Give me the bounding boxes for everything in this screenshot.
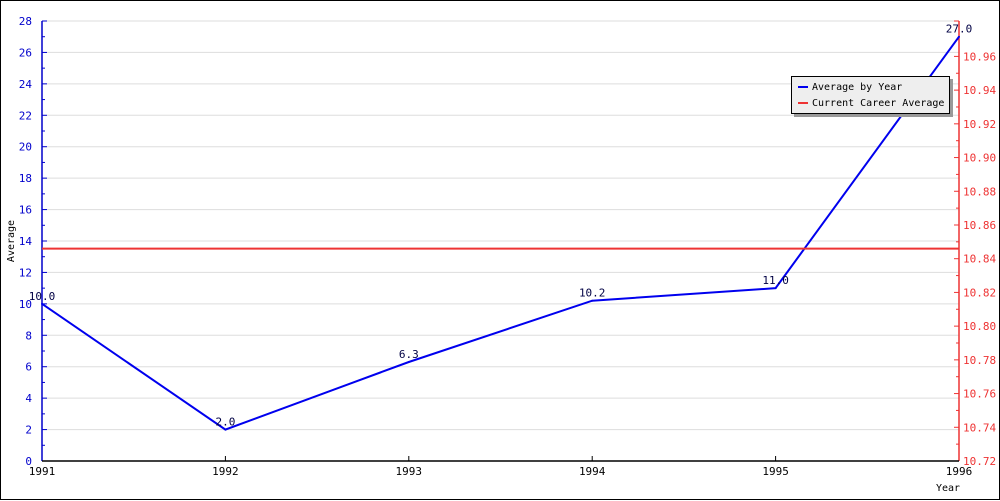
right-tick-label: 10.92 xyxy=(963,118,996,131)
legend-swatch-red xyxy=(798,102,808,104)
left-tick-label: 8 xyxy=(25,329,32,342)
right-tick-label: 10.84 xyxy=(963,253,996,266)
legend-item-career-average: Current Career Average xyxy=(798,96,944,110)
data-point xyxy=(224,428,227,431)
x-tick-label: 1993 xyxy=(396,465,423,478)
x-axis-title: Year xyxy=(936,483,960,494)
data-label: 2.0 xyxy=(215,416,235,429)
left-tick-label: 12 xyxy=(19,266,32,279)
right-tick-label: 10.86 xyxy=(963,219,996,232)
data-label: 10.2 xyxy=(579,287,606,300)
left-tick-label: 22 xyxy=(19,109,32,122)
right-tick-label: 10.82 xyxy=(963,286,996,299)
left-tick-label: 16 xyxy=(19,204,32,217)
data-point xyxy=(958,35,960,38)
right-tick-label: 10.80 xyxy=(963,320,996,333)
chart-frame: 0 2 4 6 8 10 12 14 16 18 20 22 24 26 28 10.72 10.74 10.7… xyxy=(0,0,1000,500)
legend-label: Average by Year xyxy=(812,81,903,93)
left-tick-label: 28 xyxy=(19,15,32,28)
x-tick-label: 1996 xyxy=(946,465,973,478)
legend-swatch-blue xyxy=(798,86,808,88)
data-label: 27.0 xyxy=(946,23,973,36)
legend-item-average-by-year: Average by Year xyxy=(798,80,902,94)
left-tick-label: 24 xyxy=(19,78,33,91)
right-tick-label: 10.74 xyxy=(963,421,996,434)
left-axis: 0246810121416182022242628 xyxy=(19,15,47,468)
legend-label: Current Career Average xyxy=(812,97,945,109)
legend: Average by Year Current Career Average xyxy=(791,76,950,114)
right-tick-label: 10.76 xyxy=(963,388,996,401)
data-point xyxy=(774,287,777,290)
x-tick-label: 1995 xyxy=(762,465,789,478)
left-tick-label: 26 xyxy=(19,46,32,59)
left-tick-label: 18 xyxy=(19,172,32,185)
left-tick-label: 14 xyxy=(19,235,33,248)
data-label: 11.0 xyxy=(762,274,789,287)
right-tick-label: 10.90 xyxy=(963,152,996,165)
right-axis: 10.7210.7410.7610.7810.8010.8210.8410.86… xyxy=(954,20,996,468)
right-tick-label: 10.96 xyxy=(963,50,996,63)
x-axis: 1991 1992 1993 1994 1995 1996 xyxy=(29,456,973,478)
right-tick-label: 10.94 xyxy=(963,84,996,97)
data-point xyxy=(41,302,43,305)
left-tick-label: 6 xyxy=(25,361,32,374)
data-label: 10.0 xyxy=(29,290,56,303)
left-tick-label: 20 xyxy=(19,141,32,154)
data-point xyxy=(407,361,410,363)
left-tick-label: 2 xyxy=(25,424,32,437)
y-axis-title: Average xyxy=(6,220,17,262)
right-tick-label: 10.78 xyxy=(963,354,996,367)
left-tick-label: 4 xyxy=(25,392,32,405)
data-point xyxy=(591,299,594,302)
x-tick-label: 1991 xyxy=(29,465,56,478)
x-tick-label: 1994 xyxy=(579,465,606,478)
data-label: 6.3 xyxy=(399,348,419,361)
x-tick-label: 1992 xyxy=(212,465,239,478)
right-tick-label: 10.88 xyxy=(963,185,996,198)
